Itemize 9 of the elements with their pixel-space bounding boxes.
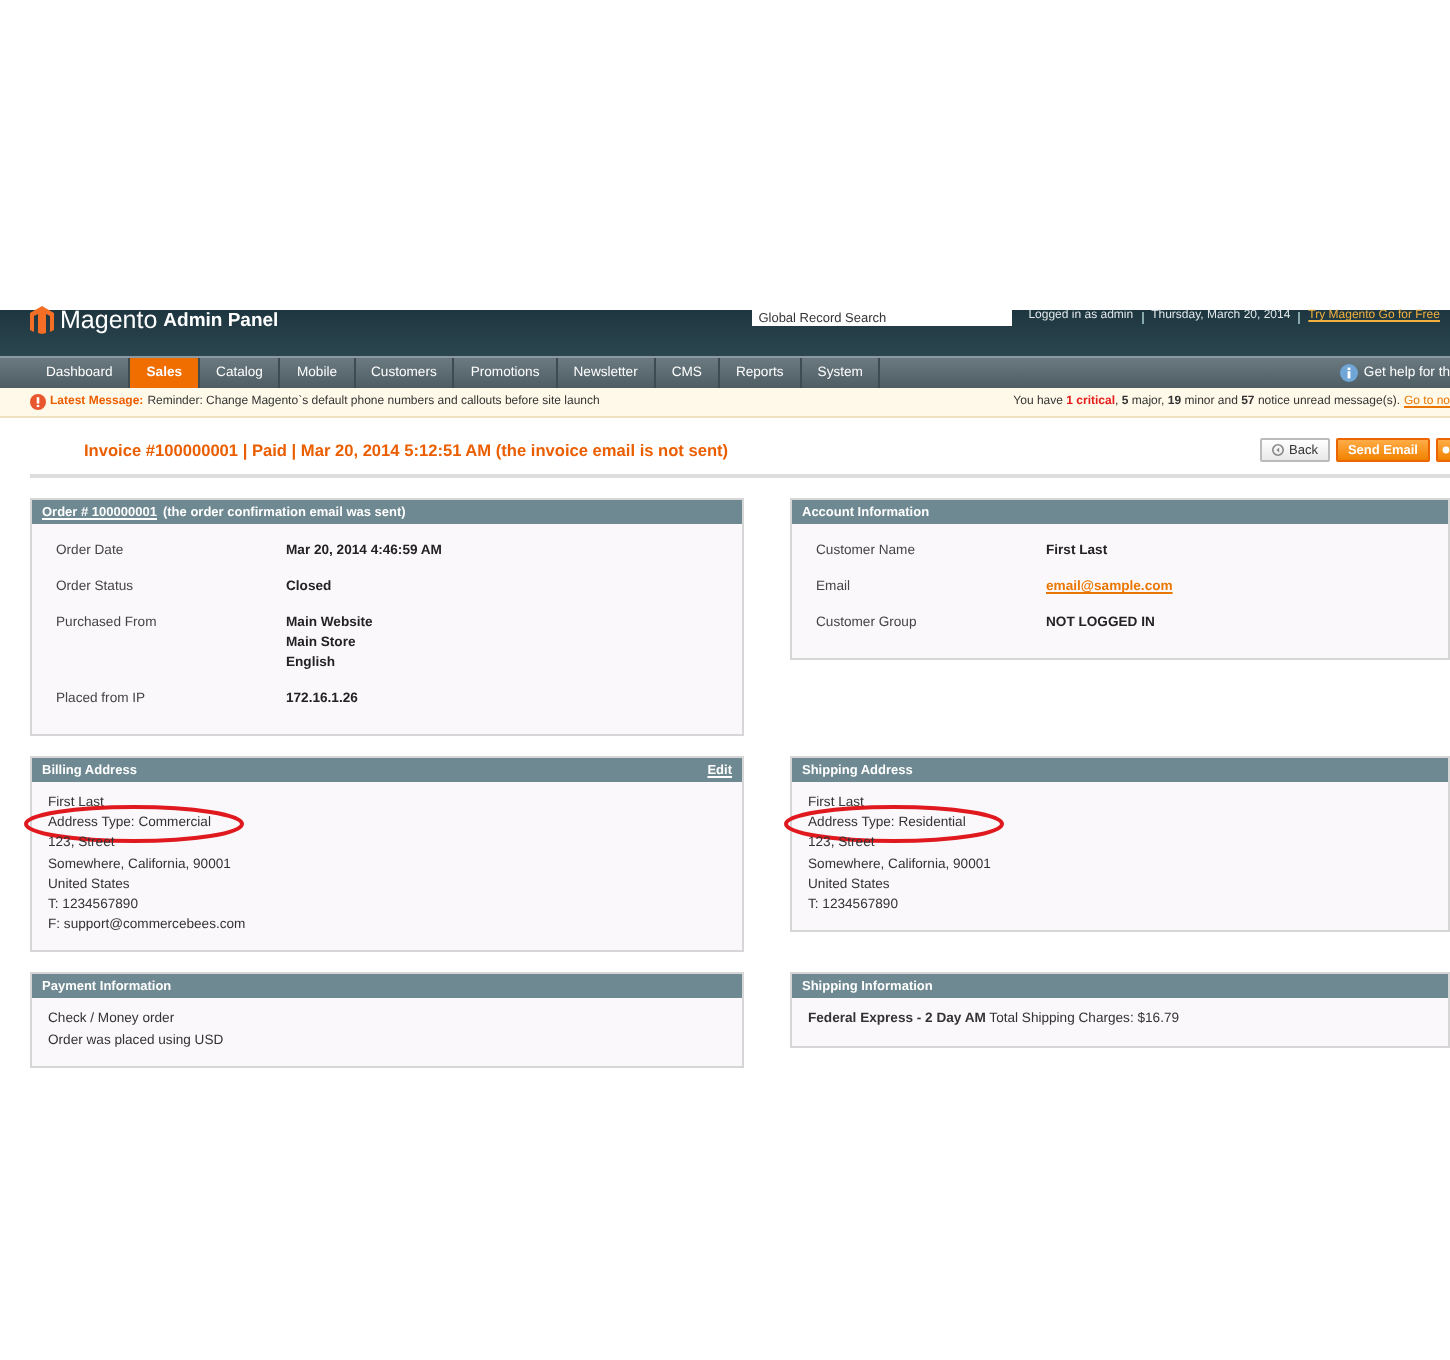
- circle-icon: [1442, 444, 1450, 456]
- help-icon[interactable]: [1339, 364, 1358, 382]
- logo-subtitle: Admin Panel: [163, 310, 279, 334]
- logo-text: Magento: [60, 306, 158, 334]
- page-title: Invoice #100000001 | Paid | Mar 20, 2014 5:12:51 AM (the invoice email is not sent): [84, 440, 729, 460]
- warning-icon: [30, 394, 46, 410]
- action-button[interactable]: [1436, 438, 1450, 462]
- logo-icon: [30, 306, 54, 334]
- back-arrow-icon: [1271, 444, 1283, 456]
